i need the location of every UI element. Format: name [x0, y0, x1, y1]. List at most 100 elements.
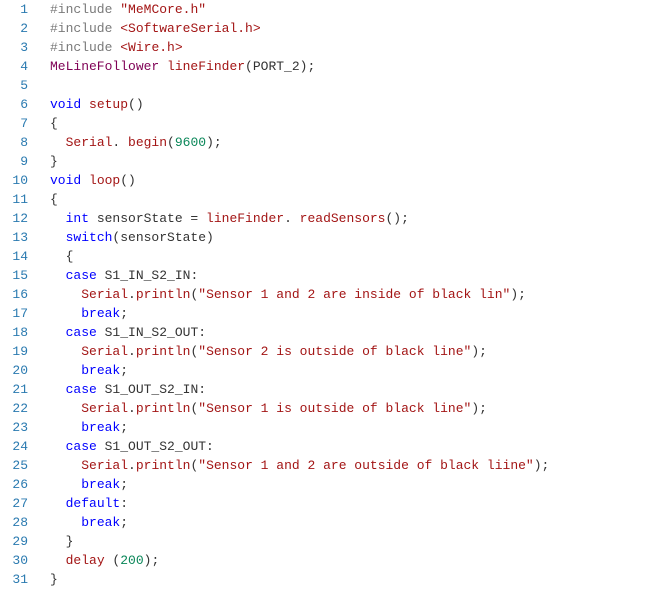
- line-number: 26: [0, 475, 28, 494]
- line-number-gutter: 1234567891011121314151617181920212223242…: [0, 0, 42, 589]
- line-number: 18: [0, 323, 28, 342]
- code-line: }: [50, 152, 549, 171]
- token-punc: .: [112, 135, 128, 150]
- token-kw: void: [50, 97, 81, 112]
- token-punc: ();: [386, 211, 409, 226]
- code-line: break;: [50, 418, 549, 437]
- token-punc: ;: [120, 306, 128, 321]
- line-number: 27: [0, 494, 28, 513]
- code-line: case S1_OUT_S2_OUT:: [50, 437, 549, 456]
- token-punc: ;: [120, 477, 128, 492]
- token-num: 9600: [175, 135, 206, 150]
- line-number: 9: [0, 152, 28, 171]
- code-line: Serial.println("Sensor 1 and 2 are outsi…: [50, 456, 549, 475]
- token-punc: (: [167, 135, 175, 150]
- code-line: void setup(): [50, 95, 549, 114]
- token-str: "Sensor 2 is outside of black line": [198, 344, 471, 359]
- token-punc: :: [120, 496, 128, 511]
- token-mac: #include: [50, 40, 112, 55]
- line-number: 25: [0, 456, 28, 475]
- token-str: "Sensor 1 and 2 are outside of black lii…: [198, 458, 533, 473]
- code-line: #include <Wire.h>: [50, 38, 549, 57]
- code-line: {: [50, 247, 549, 266]
- code-line: Serial.println("Sensor 2 is outside of b…: [50, 342, 549, 361]
- line-number: 23: [0, 418, 28, 437]
- token-str: "Sensor 1 is outside of black line": [198, 401, 471, 416]
- code-line: break;: [50, 475, 549, 494]
- line-number: 28: [0, 513, 28, 532]
- token-kw: case: [66, 268, 97, 283]
- code-editor: 1234567891011121314151617181920212223242…: [0, 0, 658, 589]
- token-punc: [81, 97, 89, 112]
- token-str: <SoftwareSerial.h>: [120, 21, 260, 36]
- token-kw: break: [81, 420, 120, 435]
- token-ident: Serial: [81, 401, 128, 416]
- line-number: 29: [0, 532, 28, 551]
- code-area: #include "MeMCore.h" #include <SoftwareSe…: [42, 0, 549, 589]
- token-ident: delay: [66, 553, 105, 568]
- token-ident: Serial: [81, 287, 128, 302]
- code-line: break;: [50, 513, 549, 532]
- token-kw: void: [50, 173, 81, 188]
- token-kw: default: [66, 496, 121, 511]
- token-punc: [159, 59, 167, 74]
- token-punc: );: [206, 135, 222, 150]
- token-punc: .: [128, 401, 136, 416]
- code-line: Serial.println("Sensor 1 and 2 are insid…: [50, 285, 549, 304]
- token-punc: );: [144, 553, 160, 568]
- line-number: 22: [0, 399, 28, 418]
- line-number: 7: [0, 114, 28, 133]
- code-line: case S1_OUT_S2_IN:: [50, 380, 549, 399]
- line-number: 20: [0, 361, 28, 380]
- token-punc: (: [105, 553, 121, 568]
- line-number: 24: [0, 437, 28, 456]
- token-ident: println: [136, 401, 191, 416]
- token-punc: }: [66, 534, 74, 549]
- token-punc: {: [50, 116, 58, 131]
- token-punc: S1_OUT_S2_IN:: [97, 382, 206, 397]
- token-punc: (sensorState): [112, 230, 213, 245]
- token-str: "Sensor 1 and 2 are inside of black lin": [198, 287, 510, 302]
- line-number: 16: [0, 285, 28, 304]
- code-line: int sensorState = lineFinder. readSensor…: [50, 209, 549, 228]
- code-line: case S1_IN_S2_OUT:: [50, 323, 549, 342]
- code-line: #include "MeMCore.h": [50, 0, 549, 19]
- token-ident: setup: [89, 97, 128, 112]
- token-punc: }: [50, 154, 58, 169]
- code-line: break;: [50, 304, 549, 323]
- code-line: {: [50, 190, 549, 209]
- code-line: case S1_IN_S2_IN:: [50, 266, 549, 285]
- token-ident: println: [136, 287, 191, 302]
- code-line: }: [50, 570, 549, 589]
- token-kw: case: [66, 325, 97, 340]
- token-punc: .: [284, 211, 300, 226]
- code-line: Serial. begin(9600);: [50, 133, 549, 152]
- line-number: 14: [0, 247, 28, 266]
- token-punc: .: [128, 458, 136, 473]
- code-line: delay (200);: [50, 551, 549, 570]
- token-punc: }: [50, 572, 58, 587]
- code-line: MeLineFollower lineFinder(PORT_2);: [50, 57, 549, 76]
- token-ident: Serial: [81, 458, 128, 473]
- token-ident: println: [136, 458, 191, 473]
- line-number: 3: [0, 38, 28, 57]
- token-punc: sensorState =: [89, 211, 206, 226]
- token-punc: );: [510, 287, 526, 302]
- token-kw: case: [66, 382, 97, 397]
- code-line: break;: [50, 361, 549, 380]
- token-punc: ;: [120, 515, 128, 530]
- code-line: void loop(): [50, 171, 549, 190]
- token-ident: readSensors: [300, 211, 386, 226]
- token-ident: begin: [128, 135, 167, 150]
- code-line: [50, 76, 549, 95]
- line-number: 13: [0, 228, 28, 247]
- token-ident: println: [136, 344, 191, 359]
- token-punc: .: [128, 287, 136, 302]
- line-number: 30: [0, 551, 28, 570]
- token-punc: .: [128, 344, 136, 359]
- token-ident: lineFinder: [167, 59, 245, 74]
- token-typ: MeLineFollower: [50, 59, 159, 74]
- token-kw: break: [81, 477, 120, 492]
- code-line: }: [50, 532, 549, 551]
- token-str: <Wire.h>: [120, 40, 182, 55]
